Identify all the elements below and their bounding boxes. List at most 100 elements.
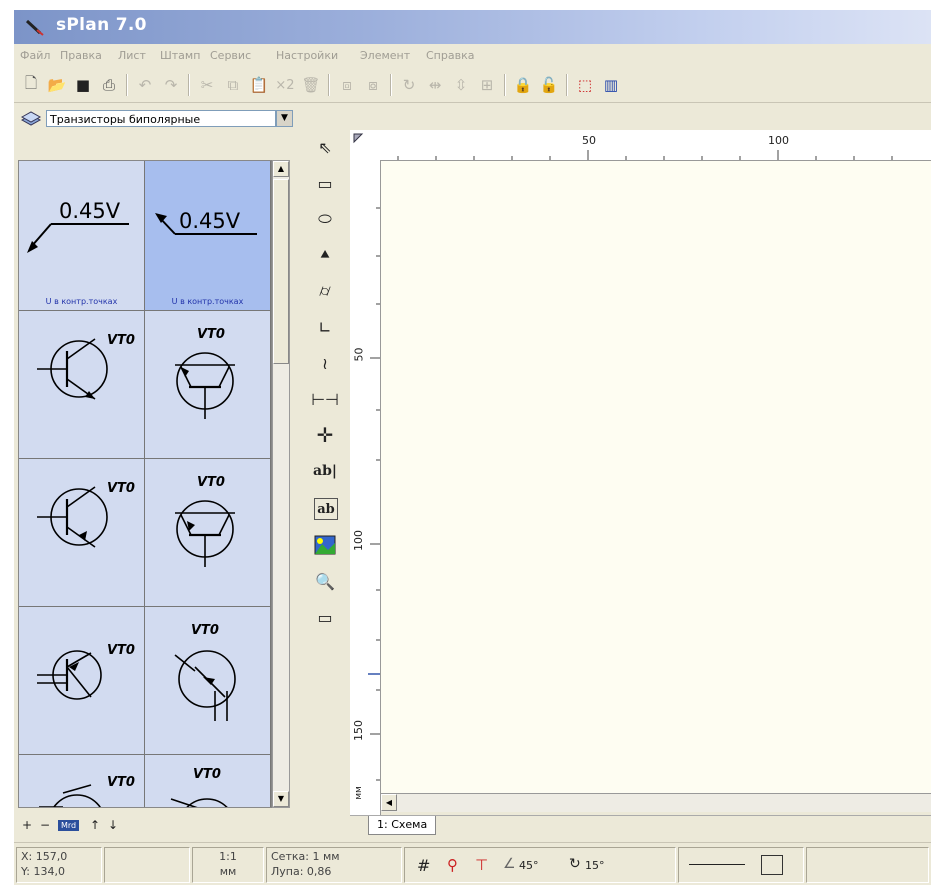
tab-sheet-1[interactable]: 1: Схема — [368, 816, 437, 835]
palette-scrollbar[interactable]: ▲ ▼ — [272, 160, 290, 808]
ruler-label-50: 50 — [582, 134, 596, 147]
scroll-left-icon[interactable]: ◀ — [381, 794, 397, 811]
app-window: sPlan 7.0 Файл Правка Лист Штамп Сервис … — [14, 10, 931, 885]
image-icon[interactable] — [310, 530, 340, 560]
component-npn-transistor-vertical[interactable]: VT0 — [145, 311, 271, 459]
rotation-snap-value[interactable]: 15° — [585, 859, 605, 872]
menu-help[interactable]: Справка — [426, 49, 474, 62]
chevron-down-icon[interactable]: ▼ — [276, 110, 293, 127]
menu-edit[interactable]: Правка — [60, 49, 102, 62]
move-up-icon[interactable]: ↑ — [90, 818, 100, 832]
snap-icon[interactable]: ⬚ — [574, 74, 596, 96]
scroll-up-icon[interactable]: ▲ — [273, 161, 289, 177]
ruler-ticks — [368, 207, 380, 781]
menu-stamp[interactable]: Штамп — [160, 49, 200, 62]
ruler-label-150: 150 — [352, 720, 365, 741]
component-transistor-partial[interactable]: VT0 — [19, 755, 145, 807]
junction-icon[interactable]: ✛ — [310, 420, 340, 450]
copy-icon[interactable]: ⧉ — [222, 74, 244, 96]
ellipse-icon[interactable]: ⬭ — [310, 204, 340, 234]
group-icon[interactable]: ⊞ — [476, 74, 498, 96]
canvas-scrollbar[interactable]: ◀ — [381, 793, 931, 812]
to-back-icon[interactable]: ⧇ — [362, 74, 384, 96]
menu-file[interactable]: Файл — [20, 49, 50, 62]
scale-value: 1:1 — [219, 850, 237, 863]
menu-sheet[interactable]: Лист — [118, 49, 146, 62]
ruler-label-50: 50 — [352, 347, 366, 362]
coord-y: Y: 134,0 — [21, 865, 65, 878]
pin-icon[interactable]: ⊤ — [475, 856, 488, 874]
print-icon[interactable]: ⎙ — [98, 74, 120, 96]
remove-icon[interactable]: − — [40, 818, 50, 832]
menu-element[interactable]: Элемент — [360, 49, 410, 62]
duplicate-icon[interactable]: ×2 — [274, 74, 296, 96]
ruler-label-100: 100 — [352, 530, 365, 551]
unlock-icon[interactable]: 🔓 — [538, 74, 560, 96]
rectangle-icon[interactable]: ▭ — [310, 168, 340, 198]
component-pnp-transistor[interactable]: VT0 — [19, 459, 145, 607]
open-icon[interactable]: 📂 — [46, 74, 68, 96]
menu-service[interactable]: Сервис — [210, 49, 251, 62]
component-voltage-probe-left[interactable]: 0.45V U в контр.точках — [19, 161, 145, 311]
library-icon[interactable]: ▥ — [600, 74, 622, 96]
coordinates-panel: X: 157,0 Y: 134,0 — [16, 847, 102, 883]
grid-size[interactable]: Сетка: 1 мм — [271, 850, 340, 863]
rotation-icon[interactable]: ↻ — [569, 856, 581, 872]
scroll-down-icon[interactable]: ▼ — [273, 791, 289, 807]
line-icon[interactable]: ∟ — [310, 312, 340, 342]
component-pnp-transistor-vertical[interactable]: VT0 — [145, 459, 271, 607]
drawing-tools: ⇖ ▭ ⬭ ⯅ ⌭ ∟ ≀ ⊢⊣ ✛ ab| ab 🔍 ▭ — [306, 106, 346, 826]
add-icon[interactable]: + — [22, 818, 32, 832]
move-down-icon[interactable]: ↓ — [108, 818, 118, 832]
grid-icon[interactable]: # — [417, 856, 430, 875]
component-transistor-small[interactable]: VT0 — [19, 607, 145, 755]
dimension-icon[interactable]: ⊢⊣ — [310, 384, 340, 414]
angle-snap-value[interactable]: 45° — [519, 859, 539, 872]
save-icon[interactable]: ■ — [72, 74, 94, 96]
library-dropdown[interactable]: Транзисторы биполярные — [46, 110, 276, 127]
component-transistor-dual[interactable]: VT0 — [145, 607, 271, 755]
line-style-preview[interactable] — [689, 864, 745, 865]
component-label: VT0 — [193, 767, 221, 782]
ruler-label-100: 100 — [768, 134, 789, 147]
polygon-icon[interactable]: ⯅ — [310, 240, 340, 270]
to-front-icon[interactable]: ⧈ — [336, 74, 358, 96]
magnet-icon[interactable]: ⚲ — [447, 856, 458, 874]
scroll-thumb[interactable] — [273, 179, 289, 364]
measure-icon[interactable]: ▭ — [310, 602, 340, 632]
menu-settings[interactable]: Настройки — [276, 49, 338, 62]
redo-icon[interactable]: ↷ — [160, 74, 182, 96]
new-icon[interactable]: 🗋 — [20, 74, 42, 96]
fill-style-preview[interactable] — [761, 855, 783, 875]
zoom-icon[interactable]: 🔍 — [310, 566, 340, 596]
polyline-icon[interactable]: ⌭ — [310, 276, 340, 306]
select-icon[interactable]: ⇖ — [310, 132, 340, 162]
textbox-icon[interactable]: ab — [314, 498, 338, 520]
paste-icon[interactable]: 📋 — [248, 74, 270, 96]
line-style-panel — [678, 847, 804, 883]
component-label: VT0 — [107, 481, 135, 496]
text-icon[interactable]: ab| — [310, 456, 340, 486]
zoom-value[interactable]: Лупа: 0,86 — [271, 865, 331, 878]
angle-icon[interactable]: ∠ — [503, 856, 516, 872]
delete-icon[interactable]: 🗑 — [300, 74, 322, 96]
component-transistor-partial[interactable]: VT0 — [145, 755, 271, 807]
component-caption: U в контр.точках — [45, 297, 118, 306]
component-voltage-probe-right[interactable]: 0.45V U в контр.точках — [145, 161, 271, 311]
palette-navigation: + − Mrd ↑ ↓ — [18, 818, 288, 836]
cut-icon[interactable]: ✂ — [196, 74, 218, 96]
drawing-canvas[interactable] — [381, 161, 931, 793]
library-badge[interactable]: Mrd — [58, 820, 80, 831]
component-label: VT0 — [197, 475, 225, 490]
mirror-h-icon[interactable]: ⇹ — [424, 74, 446, 96]
rotate-icon[interactable]: ↻ — [398, 74, 420, 96]
mirror-v-icon[interactable]: ⇳ — [450, 74, 472, 96]
ruler-vertical: 50 100 150 мм — [350, 160, 381, 815]
status-empty-right — [806, 847, 929, 883]
component-npn-transistor[interactable]: VT0 — [19, 311, 145, 459]
bezier-icon[interactable]: ≀ — [310, 348, 340, 378]
coord-x: X: 157,0 — [21, 850, 68, 863]
lock-icon[interactable]: 🔒 — [512, 74, 534, 96]
grid-zoom-panel: Сетка: 1 мм Лупа: 0,86 — [266, 847, 402, 883]
undo-icon[interactable]: ↶ — [134, 74, 156, 96]
